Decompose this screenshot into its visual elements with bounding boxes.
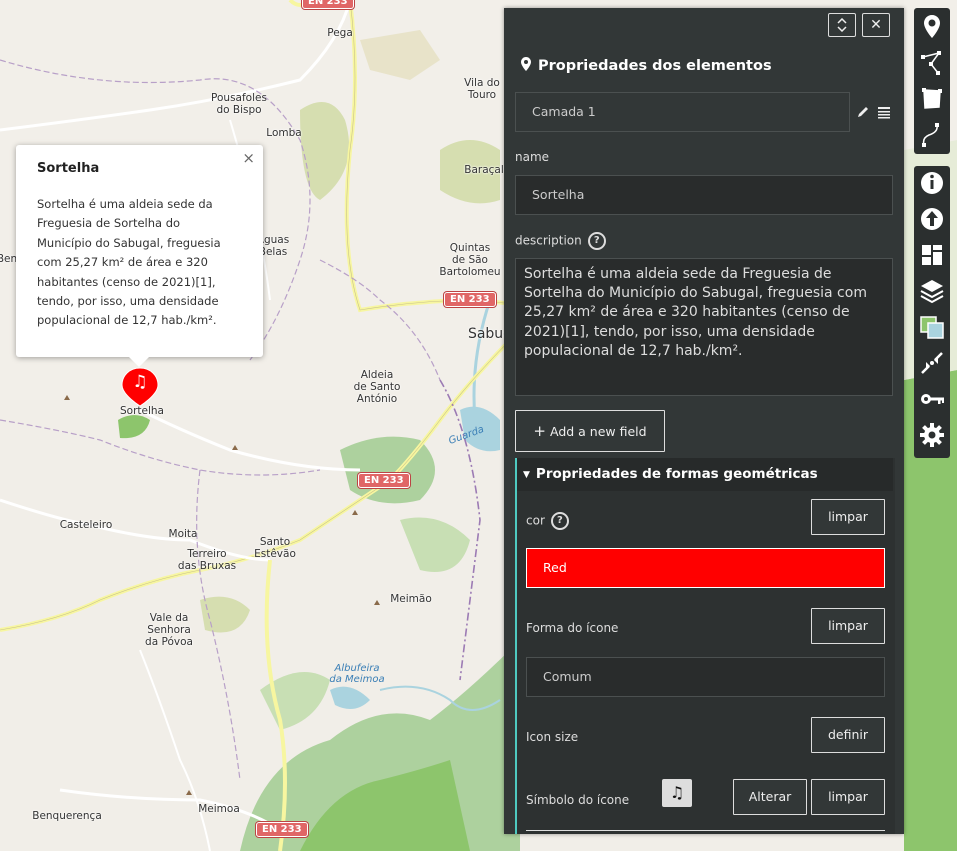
icon-size-label: Icon size	[526, 730, 579, 744]
panel-resize-button[interactable]	[828, 13, 856, 37]
popup-close-button[interactable]: ×	[242, 149, 255, 167]
place-meimoa: Meimoa	[198, 803, 240, 815]
help-icon[interactable]: ?	[550, 512, 569, 530]
clear-icon-symbol-button[interactable]: limpar	[811, 779, 885, 815]
fit-bounds-button[interactable]	[914, 346, 950, 380]
peak-icon	[64, 395, 70, 400]
geometry-properties-title: Propriedades de formas geométricas	[535, 466, 818, 482]
fit-icon	[921, 352, 943, 374]
define-icon-size-button[interactable]: definir	[811, 717, 885, 753]
draw-polygon-button[interactable]	[914, 82, 950, 116]
place-ben: Ben	[0, 253, 18, 265]
layers-button[interactable]	[914, 274, 950, 308]
settings-toolbar	[914, 166, 950, 458]
name-input[interactable]: Sortelha	[515, 175, 893, 215]
place-baracal: Baraçal	[464, 164, 504, 176]
help-icon[interactable]: ?	[587, 232, 606, 250]
settings-icon	[920, 423, 944, 447]
road-shield-en233: EN 233	[444, 292, 496, 307]
draw-polyline-button[interactable]	[914, 46, 950, 80]
place-quintas: Quintas de São Bartolomeu	[439, 242, 501, 278]
add-field-label: Add a new field	[549, 424, 647, 439]
table-icon[interactable]	[877, 105, 891, 119]
edit-toolbar	[914, 8, 950, 154]
place-aldeia-santo-antonio: Aldeia de Santo António	[353, 369, 401, 405]
icon-symbol-label: Símbolo do ícone	[526, 793, 630, 807]
key-icon	[921, 394, 944, 404]
polyline-icon	[921, 51, 941, 75]
place-terreiro-das-bruxas: Terreiro das Bruxas	[177, 548, 237, 572]
icon-shape-select[interactable]: Comum	[526, 657, 885, 697]
popup-description: Sortelha é uma aldeia sede da Freguesia …	[37, 197, 221, 328]
popup-title: Sortelha	[37, 161, 100, 176]
place-meimao: Meimão	[390, 593, 432, 605]
upload-icon	[921, 208, 943, 230]
color-label-text: cor	[526, 513, 545, 528]
draw-marker-button[interactable]	[914, 10, 950, 44]
tilelayer-button[interactable]	[914, 310, 950, 344]
place-benquerenca: Benquerença	[32, 810, 102, 822]
map-marker[interactable]: ♫	[121, 367, 159, 407]
polygon-icon	[922, 88, 942, 109]
tilelayer-icon	[920, 316, 944, 339]
change-icon-symbol-button[interactable]: Alterar	[733, 779, 807, 815]
edit-layer-icon[interactable]	[856, 105, 870, 119]
panel-close-button[interactable]: ✕	[862, 13, 890, 37]
plus-icon: +	[533, 422, 546, 440]
marker-icon	[521, 57, 531, 71]
feature-popup: Sortelha × Sortelha é uma aldeia sede da…	[16, 145, 263, 367]
name-label: name	[515, 150, 550, 164]
road-shield-en233: EN 233	[302, 0, 354, 9]
expand-collapse-icon	[837, 17, 847, 33]
templates-icon	[922, 245, 942, 265]
description-textarea[interactable]: Sortelha é uma aldeia sede da Freguesia …	[515, 258, 893, 396]
description-text: Sortelha é uma aldeia sede da Freguesia …	[524, 266, 867, 359]
color-input[interactable]: Red	[526, 548, 885, 588]
info-icon	[921, 172, 943, 194]
route-icon	[922, 123, 939, 147]
caret-down-icon: ▼	[523, 470, 530, 480]
draw-route-button[interactable]	[914, 118, 950, 152]
peak-icon	[186, 790, 192, 795]
geometry-properties-section: ▼ Propriedades de formas geométricas cor?…	[515, 458, 895, 834]
place-vila-do-touro: Vila do Touro	[464, 77, 500, 101]
place-casteleiro: Casteleiro	[59, 519, 113, 531]
close-icon: ✕	[870, 17, 882, 33]
marker-icon	[924, 15, 940, 38]
panel-title: Propriedades dos elementos	[520, 56, 772, 74]
import-button[interactable]	[914, 202, 950, 236]
road-shield-en233: EN 233	[358, 473, 410, 488]
add-field-button[interactable]: + Add a new field	[515, 410, 665, 452]
settings-button[interactable]	[914, 418, 950, 452]
templates-button[interactable]	[914, 238, 950, 272]
peak-icon	[352, 510, 358, 515]
feature-properties-panel: ✕ Propriedades dos elementos Camada 1 na…	[504, 8, 904, 834]
color-label: cor?	[526, 512, 569, 530]
layer-select[interactable]: Camada 1	[515, 92, 850, 132]
description-label: description?	[515, 232, 606, 250]
panel-title-text: Propriedades dos elementos	[538, 58, 772, 74]
info-button[interactable]	[914, 166, 950, 200]
water-label-albufeira: Albufeira da Meimoa	[329, 663, 385, 685]
clear-color-button[interactable]: limpar	[811, 499, 885, 535]
layers-icon	[920, 280, 944, 304]
clear-icon-shape-button[interactable]: limpar	[811, 608, 885, 644]
place-vale-da-senhora: Vale da Senhora da Póvoa	[145, 612, 193, 648]
peak-icon	[374, 600, 380, 605]
icon-symbol-preview[interactable]: ♫	[662, 779, 692, 807]
section-divider	[526, 830, 885, 831]
permissions-button[interactable]	[914, 382, 950, 416]
road-shield-en233: EN 233	[256, 822, 308, 837]
place-santo-estevao: Santo Estêvão	[254, 536, 296, 560]
music-note-icon: ♫	[669, 783, 685, 802]
peak-icon	[232, 445, 238, 450]
description-label-text: description	[515, 233, 582, 248]
music-note-icon: ♫	[132, 372, 148, 392]
place-pousafoles: Pousafoles do Bispo	[211, 92, 267, 116]
place-pega: Pega	[327, 27, 353, 39]
geometry-properties-header[interactable]: ▼ Propriedades de formas geométricas	[517, 458, 893, 491]
icon-shape-label: Forma do ícone	[526, 621, 619, 635]
place-moita: Moita	[168, 528, 198, 540]
place-lomba: Lomba	[266, 127, 302, 139]
